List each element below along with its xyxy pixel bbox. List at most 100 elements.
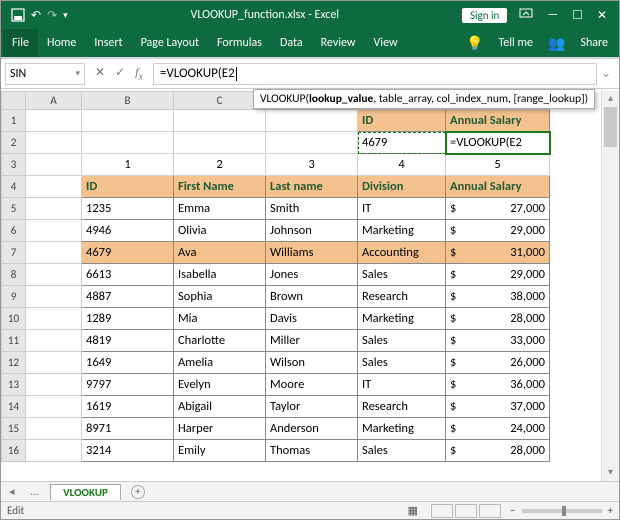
- vertical-scrollbar[interactable]: ▴ ▾: [601, 91, 619, 481]
- close-icon[interactable]: ✕: [597, 8, 607, 23]
- view-page-layout-icon[interactable]: [455, 504, 477, 518]
- cell-salary[interactable]: 27,000: [446, 198, 550, 220]
- spacer-5[interactable]: 5: [446, 154, 550, 176]
- cell-division[interactable]: Sales: [358, 330, 446, 352]
- tab-view[interactable]: View: [365, 29, 407, 57]
- cell-division[interactable]: IT: [358, 198, 446, 220]
- cell-lastname[interactable]: Williams: [266, 242, 358, 264]
- row-header-11[interactable]: 11: [2, 330, 26, 352]
- row-header-2[interactable]: 2: [2, 132, 26, 154]
- cell-id[interactable]: 8971: [82, 418, 174, 440]
- col-header-A[interactable]: A: [26, 92, 82, 110]
- cell-lastname[interactable]: Davis: [266, 308, 358, 330]
- cell-division[interactable]: IT: [358, 374, 446, 396]
- save-icon[interactable]: [11, 8, 25, 22]
- spacer-2[interactable]: 2: [174, 154, 266, 176]
- select-all-corner[interactable]: [2, 92, 26, 110]
- cell-salary[interactable]: 28,000: [446, 440, 550, 462]
- cell-division[interactable]: Marketing: [358, 308, 446, 330]
- row-header-12[interactable]: 12: [2, 352, 26, 374]
- cell-lastname[interactable]: Taylor: [266, 396, 358, 418]
- row-header-1[interactable]: 1: [2, 110, 26, 132]
- row-header-6[interactable]: 6: [2, 220, 26, 242]
- spacer-3[interactable]: 3: [266, 154, 358, 176]
- enter-icon[interactable]: ✓: [115, 65, 125, 82]
- row-header-14[interactable]: 14: [2, 396, 26, 418]
- cell-id[interactable]: 3214: [82, 440, 174, 462]
- col-header-B[interactable]: B: [82, 92, 174, 110]
- ribbon-options-icon[interactable]: [519, 8, 533, 23]
- cell-firstname[interactable]: Isabella: [174, 264, 266, 286]
- cell-id[interactable]: 4679: [82, 242, 174, 264]
- tab-formulas[interactable]: Formulas: [208, 29, 271, 57]
- cell-firstname[interactable]: Evelyn: [174, 374, 266, 396]
- cell-lastname[interactable]: Moore: [266, 374, 358, 396]
- cell-lastname[interactable]: Johnson: [266, 220, 358, 242]
- tab-home[interactable]: Home: [38, 29, 85, 57]
- cell-firstname[interactable]: Amelia: [174, 352, 266, 374]
- cell-division[interactable]: Research: [358, 396, 446, 418]
- cell-id[interactable]: 9797: [82, 374, 174, 396]
- maximize-icon[interactable]: ☐: [572, 8, 583, 23]
- tab-insert[interactable]: Insert: [85, 29, 131, 57]
- cell-firstname[interactable]: Mia: [174, 308, 266, 330]
- cancel-icon[interactable]: ✕: [95, 65, 105, 82]
- cell-id[interactable]: 4946: [82, 220, 174, 242]
- tab-data[interactable]: Data: [271, 29, 312, 57]
- share-label[interactable]: Share: [571, 29, 617, 57]
- formula-expand-icon[interactable]: ⌄: [597, 66, 615, 81]
- signin-button[interactable]: Sign in: [462, 8, 507, 23]
- cell-firstname[interactable]: Olivia: [174, 220, 266, 242]
- cell-salary[interactable]: 28,000: [446, 308, 550, 330]
- row-header-7[interactable]: 7: [2, 242, 26, 264]
- cell-firstname[interactable]: Abigail: [174, 396, 266, 418]
- spreadsheet-grid[interactable]: ABCDEF1IDAnnual Salary24679=VLOOKUP(E231…: [1, 91, 601, 481]
- cell-salary[interactable]: 36,000: [446, 374, 550, 396]
- row-header-10[interactable]: 10: [2, 308, 26, 330]
- cell-division[interactable]: Marketing: [358, 418, 446, 440]
- formula-input[interactable]: =VLOOKUP(E2: [153, 63, 597, 85]
- zoom-slider[interactable]: [522, 509, 602, 513]
- cell-lastname[interactable]: Brown: [266, 286, 358, 308]
- cell-id[interactable]: 1235: [82, 198, 174, 220]
- redo-icon[interactable]: ↷: [47, 8, 57, 23]
- cell-id[interactable]: 6613: [82, 264, 174, 286]
- cell-salary[interactable]: 26,000: [446, 352, 550, 374]
- cell-id[interactable]: 4819: [82, 330, 174, 352]
- cell-firstname[interactable]: Ava: [174, 242, 266, 264]
- cell-id[interactable]: 1619: [82, 396, 174, 418]
- row-header-3[interactable]: 3: [2, 154, 26, 176]
- view-normal-icon[interactable]: [431, 504, 453, 518]
- cell-lastname[interactable]: Anderson: [266, 418, 358, 440]
- cell-division[interactable]: Sales: [358, 440, 446, 462]
- cell-division[interactable]: Marketing: [358, 220, 446, 242]
- zoom-in-icon[interactable]: +: [608, 504, 613, 517]
- tellme-label[interactable]: Tell me: [489, 29, 542, 57]
- cell-lastname[interactable]: Jones: [266, 264, 358, 286]
- row-header-8[interactable]: 8: [2, 264, 26, 286]
- sheet-tab[interactable]: VLOOKUP: [50, 484, 121, 500]
- scroll-up-icon[interactable]: ▴: [602, 91, 619, 107]
- add-sheet-icon[interactable]: +: [131, 485, 145, 499]
- cell-salary[interactable]: 33,000: [446, 330, 550, 352]
- cell-F2[interactable]: =VLOOKUP(E2: [446, 132, 550, 154]
- fx-icon[interactable]: fx: [135, 65, 143, 82]
- row-header-5[interactable]: 5: [2, 198, 26, 220]
- spacer-4[interactable]: 4: [358, 154, 446, 176]
- tab-page-layout[interactable]: Page Layout: [132, 29, 208, 57]
- row-header-16[interactable]: 16: [2, 440, 26, 462]
- cell-firstname[interactable]: Emily: [174, 440, 266, 462]
- row-header-13[interactable]: 13: [2, 374, 26, 396]
- cell-salary[interactable]: 24,000: [446, 418, 550, 440]
- share-icon[interactable]: 👥: [542, 35, 571, 52]
- cell-firstname[interactable]: Sophia: [174, 286, 266, 308]
- tab-file[interactable]: File: [3, 29, 38, 57]
- cell-id[interactable]: 1649: [82, 352, 174, 374]
- tellme-icon[interactable]: 💡: [460, 35, 489, 52]
- cell-firstname[interactable]: Emma: [174, 198, 266, 220]
- scroll-thumb[interactable]: [604, 107, 617, 147]
- zoom-out-icon[interactable]: −: [510, 504, 515, 517]
- cell-division[interactable]: Sales: [358, 352, 446, 374]
- sheet-nav-more[interactable]: …: [23, 485, 47, 498]
- tab-review[interactable]: Review: [312, 29, 365, 57]
